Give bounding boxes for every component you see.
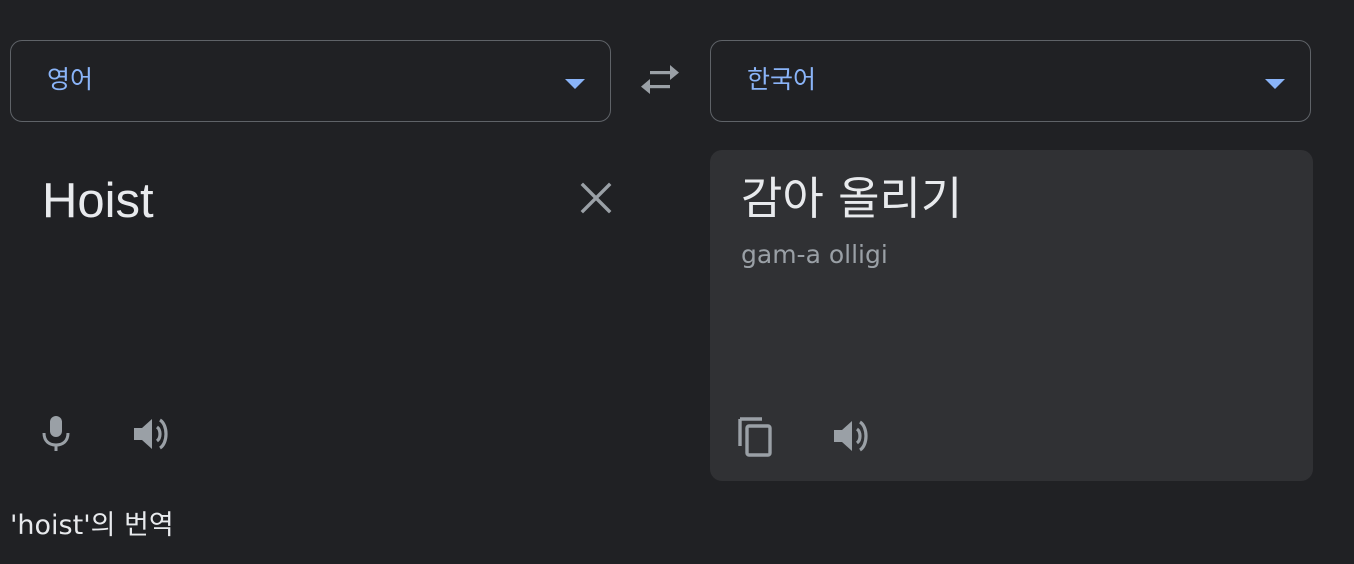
source-text-input[interactable]: Hoist xyxy=(42,170,154,232)
listen-translation-button[interactable] xyxy=(830,414,874,458)
microphone-icon xyxy=(42,416,70,451)
target-language-select[interactable]: 한국어 xyxy=(710,40,1311,122)
source-panel: Hoist xyxy=(10,150,612,480)
close-icon xyxy=(580,182,612,214)
microphone-button[interactable] xyxy=(34,412,78,456)
speaker-icon xyxy=(834,420,868,452)
source-language-label: 영어 xyxy=(47,65,94,94)
clear-source-button[interactable] xyxy=(576,178,616,218)
translated-text: 감아 올리기 xyxy=(741,172,963,225)
translation-panel: 감아 올리기 gam-a olligi xyxy=(710,150,1313,481)
copy-icon xyxy=(738,417,772,457)
swap-arrows-icon xyxy=(641,65,679,94)
target-language-label: 한국어 xyxy=(747,65,817,94)
translate-page: 영어 한국어 Hoist 감아 올리기 gam-a olligi 'hoist'… xyxy=(0,0,1354,564)
source-language-select[interactable]: 영어 xyxy=(10,40,611,122)
chevron-down-icon xyxy=(565,79,585,89)
speaker-icon xyxy=(134,418,168,450)
translation-caption: 'hoist'의 번역 xyxy=(10,510,174,541)
swap-languages-button[interactable] xyxy=(636,60,684,104)
listen-source-button[interactable] xyxy=(130,412,174,456)
romanization-text: gam-a olligi xyxy=(741,240,888,269)
chevron-down-icon xyxy=(1265,79,1285,89)
copy-translation-button[interactable] xyxy=(734,414,778,458)
